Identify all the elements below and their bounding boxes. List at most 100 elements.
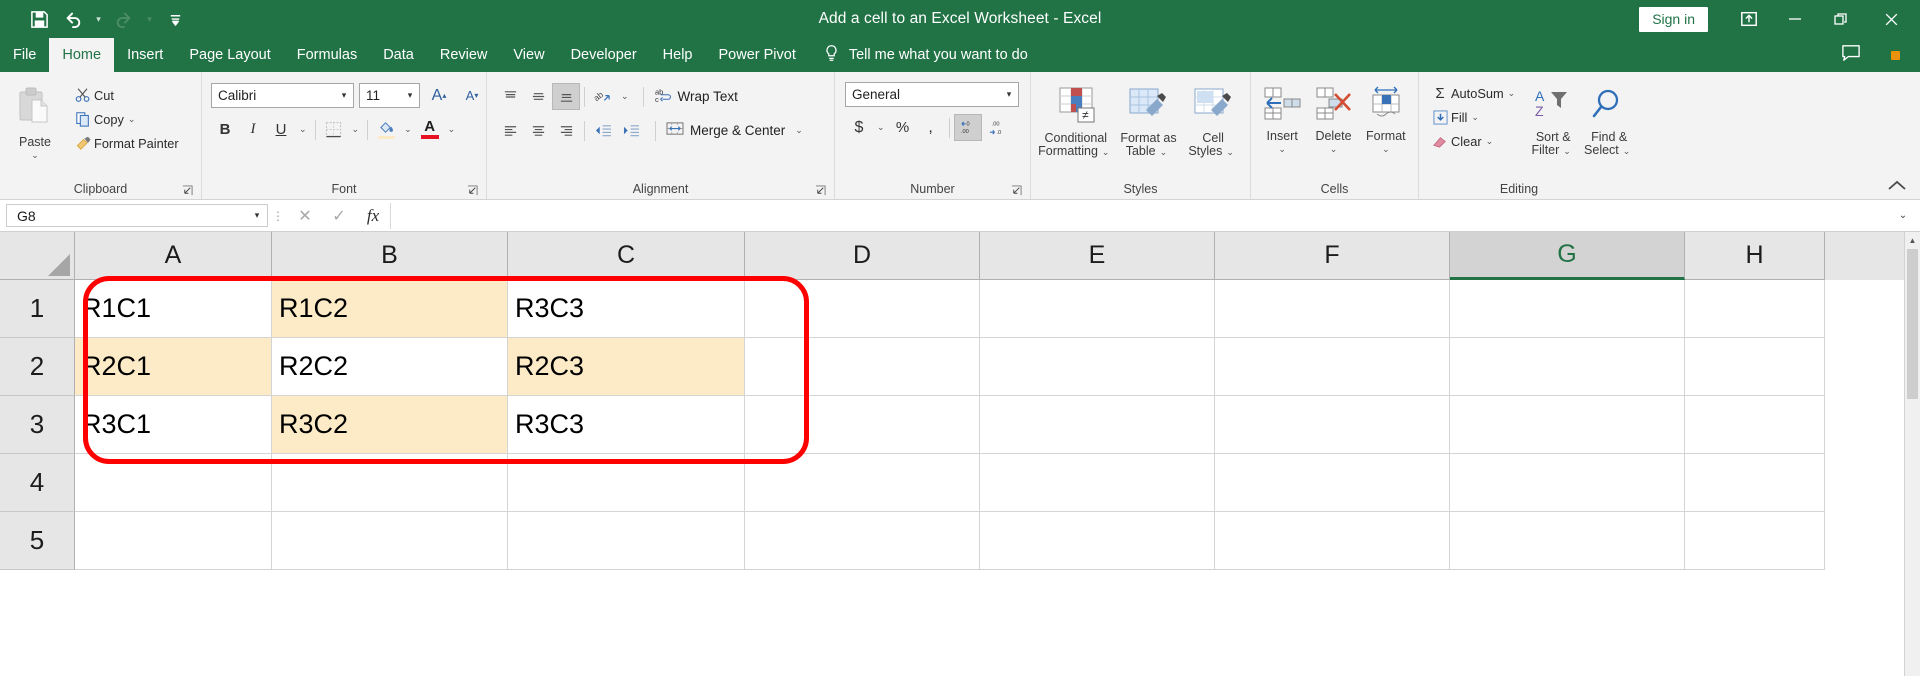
tab-insert[interactable]: Insert	[114, 38, 176, 72]
tab-view[interactable]: View	[500, 38, 557, 72]
expand-formula-bar-icon[interactable]: ⌄	[1892, 210, 1914, 221]
increase-font-size-icon[interactable]: A ▴	[425, 82, 453, 109]
tell-me-search[interactable]: Tell me what you want to do	[809, 38, 1028, 72]
conditional-formatting-button[interactable]: ≠ Conditional Formatting ⌄	[1037, 83, 1115, 159]
cell-b3[interactable]: R3C2	[272, 396, 508, 454]
cell-d5[interactable]	[745, 512, 980, 570]
merge-center-button[interactable]: Merge & Center ⌄	[666, 121, 807, 140]
cell-h4[interactable]	[1685, 454, 1825, 512]
cell-h5[interactable]	[1685, 512, 1825, 570]
restore-icon[interactable]	[1818, 0, 1864, 38]
increase-decimal-icon[interactable]: 0 .00	[953, 114, 982, 141]
row-header-1[interactable]: 1	[0, 280, 75, 338]
clipboard-dialog-launcher[interactable]	[182, 185, 194, 197]
cell-c4[interactable]	[508, 454, 745, 512]
redo-icon[interactable]	[107, 4, 141, 34]
cell-a3[interactable]: R3C1	[75, 396, 272, 454]
close-icon[interactable]	[1864, 0, 1918, 38]
cell-b2[interactable]: R2C2	[272, 338, 508, 396]
sort-filter-button[interactable]: A Z Sort & Filter ⌄	[1525, 84, 1581, 158]
cell-f5[interactable]	[1215, 512, 1450, 570]
column-header-a[interactable]: A	[75, 232, 272, 280]
orientation-icon[interactable]: ab	[589, 83, 617, 110]
account-indicator-icon[interactable]	[1891, 50, 1900, 60]
cell-f4[interactable]	[1215, 454, 1450, 512]
row-header-4[interactable]: 4	[0, 454, 75, 512]
top-align-button[interactable]	[496, 83, 524, 110]
column-header-h[interactable]: H	[1685, 232, 1825, 280]
align-right-button[interactable]	[552, 117, 580, 144]
format-cells-dropdown-icon[interactable]: ⌄	[1378, 143, 1394, 156]
formula-input[interactable]	[390, 202, 1892, 229]
autosum-dropdown-icon[interactable]: ⌄	[1504, 88, 1520, 99]
borders-dropdown-icon[interactable]: ⌄	[348, 124, 364, 135]
tab-data[interactable]: Data	[370, 38, 427, 72]
cell-f2[interactable]	[1215, 338, 1450, 396]
merge-center-dropdown-icon[interactable]: ⌄	[791, 125, 807, 136]
cell-e4[interactable]	[980, 454, 1215, 512]
cell-g3[interactable]	[1450, 396, 1685, 454]
font-color-icon[interactable]: A	[416, 116, 444, 143]
row-header-5[interactable]: 5	[0, 512, 75, 570]
cell-e3[interactable]	[980, 396, 1215, 454]
underline-button[interactable]: U	[267, 116, 295, 143]
name-box[interactable]: G8 ▾	[6, 204, 268, 227]
cell-c5[interactable]	[508, 512, 745, 570]
alignment-dialog-launcher[interactable]	[815, 185, 827, 197]
number-format-dropdown-icon[interactable]: ▾	[1000, 89, 1018, 100]
font-name-dropdown-icon[interactable]: ▾	[335, 90, 353, 101]
insert-cells-button[interactable]: Insert ⌄	[1257, 83, 1307, 156]
column-header-d[interactable]: D	[745, 232, 980, 280]
increase-indent-icon[interactable]	[617, 117, 645, 144]
customize-quick-access-toolbar-icon[interactable]	[158, 4, 192, 34]
clear-dropdown-icon[interactable]: ⌄	[1482, 136, 1498, 147]
cell-g4[interactable]	[1450, 454, 1685, 512]
insert-cells-dropdown-icon[interactable]: ⌄	[1274, 143, 1290, 156]
cell-h1[interactable]	[1685, 280, 1825, 338]
redo-dropdown-icon[interactable]: ▾	[141, 4, 158, 34]
cell-e2[interactable]	[980, 338, 1215, 396]
font-color-dropdown-icon[interactable]: ⌄	[444, 124, 460, 135]
undo-icon[interactable]	[56, 4, 90, 34]
cell-e5[interactable]	[980, 512, 1215, 570]
cell-f1[interactable]	[1215, 280, 1450, 338]
currency-button[interactable]: $	[845, 114, 873, 141]
tab-home[interactable]: Home	[49, 38, 115, 72]
cell-d4[interactable]	[745, 454, 980, 512]
cell-e1[interactable]	[980, 280, 1215, 338]
format-painter-button[interactable]: Format Painter	[72, 131, 179, 155]
cell-styles-dropdown-icon[interactable]: ⌄	[1222, 147, 1238, 157]
font-name-combo[interactable]: Calibri ▾	[211, 83, 354, 108]
ribbon-display-options-icon[interactable]	[1726, 0, 1772, 38]
orientation-dropdown-icon[interactable]: ⌄	[617, 91, 633, 102]
middle-align-button[interactable]	[524, 83, 552, 110]
align-left-button[interactable]	[496, 117, 524, 144]
tab-help[interactable]: Help	[650, 38, 706, 72]
cell-c3[interactable]: R3C3	[508, 396, 745, 454]
fill-dropdown-icon[interactable]: ⌄	[1467, 112, 1483, 123]
row-header-2[interactable]: 2	[0, 338, 75, 396]
format-as-table-dropdown-icon[interactable]: ⌄	[1156, 147, 1172, 157]
bottom-align-button[interactable]	[552, 83, 580, 110]
cell-g1[interactable]	[1450, 280, 1685, 338]
cell-c1[interactable]: R3C3	[508, 280, 745, 338]
font-dialog-launcher[interactable]	[467, 185, 479, 197]
fill-color-icon[interactable]	[372, 116, 400, 143]
find-select-button[interactable]: Find & Select ⌄	[1581, 84, 1637, 158]
decrease-decimal-icon[interactable]: .00 .0	[982, 114, 1010, 141]
enter-icon[interactable]: ✓	[322, 203, 356, 229]
copy-dropdown-icon[interactable]: ⌄	[124, 114, 140, 125]
underline-dropdown-icon[interactable]: ⌄	[295, 124, 311, 135]
cell-b5[interactable]	[272, 512, 508, 570]
delete-cells-dropdown-icon[interactable]: ⌄	[1326, 143, 1342, 156]
currency-dropdown-icon[interactable]: ⌄	[873, 122, 889, 133]
scrollbar-thumb[interactable]	[1907, 249, 1918, 399]
cell-a2[interactable]: R2C1	[75, 338, 272, 396]
cell-f3[interactable]	[1215, 396, 1450, 454]
paste-dropdown-icon[interactable]: ⌄	[27, 149, 43, 162]
cell-d3[interactable]	[745, 396, 980, 454]
conditional-formatting-dropdown-icon[interactable]: ⌄	[1098, 147, 1114, 157]
cell-g5[interactable]	[1450, 512, 1685, 570]
find-select-dropdown-icon[interactable]: ⌄	[1619, 146, 1635, 156]
column-header-e[interactable]: E	[980, 232, 1215, 280]
